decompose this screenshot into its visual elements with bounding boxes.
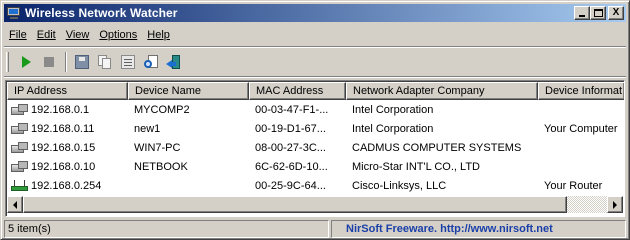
toolbar-separator bbox=[65, 52, 67, 72]
adapter-company: Intel Corporation bbox=[352, 122, 434, 135]
toolbar-grip[interactable] bbox=[6, 52, 9, 72]
list-rows: 192.168.0.1 MYCOMP2 00-03-47-F1-... Inte… bbox=[7, 100, 624, 195]
close-icon: X bbox=[612, 7, 620, 18]
device-info: Your Computer bbox=[544, 122, 618, 135]
scroll-right-button[interactable] bbox=[607, 196, 623, 213]
column-header-ip[interactable]: IP Address bbox=[7, 82, 128, 100]
table-row[interactable]: 192.168.0.1 MYCOMP2 00-03-47-F1-... Inte… bbox=[7, 100, 624, 119]
menu-edit[interactable]: Edit bbox=[32, 29, 61, 41]
close-button[interactable]: X bbox=[608, 6, 624, 20]
save-button[interactable] bbox=[71, 51, 93, 73]
computer-icon bbox=[11, 103, 29, 116]
nirsoft-link[interactable]: NirSoft Freeware. http://www.nirsoft.net bbox=[331, 220, 626, 238]
mac-address: 6C-62-6D-10... bbox=[255, 160, 328, 173]
adapter-company: Cisco-Linksys, LLC bbox=[352, 179, 447, 192]
exit-icon bbox=[166, 54, 182, 70]
toolbar bbox=[6, 50, 186, 74]
find-icon bbox=[143, 54, 159, 70]
maximize-icon bbox=[594, 9, 603, 17]
stop-icon bbox=[44, 57, 54, 67]
column-header-mac[interactable]: MAC Address bbox=[249, 82, 346, 100]
computer-icon bbox=[11, 141, 29, 154]
stop-scan-button[interactable] bbox=[38, 51, 60, 73]
router-icon bbox=[11, 179, 29, 192]
device-list[interactable]: IP Address Device Name MAC Address Netwo… bbox=[5, 80, 625, 217]
device-info: Your Router bbox=[544, 179, 603, 192]
table-row[interactable]: 192.168.0.15 WIN7-PC 08-00-27-3C... CADM… bbox=[7, 138, 624, 157]
column-header-company[interactable]: Network Adapter Company bbox=[346, 82, 538, 100]
computer-monitor-icon bbox=[6, 6, 22, 20]
window-title: Wireless Network Watcher bbox=[25, 6, 178, 20]
toolbar-divider bbox=[4, 76, 626, 78]
adapter-company: Micro-Star INT'L CO., LTD bbox=[352, 160, 480, 173]
menu-bar: File Edit View Options Help bbox=[4, 25, 175, 45]
computer-icon bbox=[11, 160, 29, 173]
start-scan-button[interactable] bbox=[15, 51, 37, 73]
device-name: NETBOOK bbox=[134, 160, 188, 173]
ip-address: 192.168.0.10 bbox=[31, 160, 96, 173]
scroll-thumb[interactable] bbox=[23, 196, 567, 213]
device-name: WIN7-PC bbox=[134, 141, 181, 154]
mac-address: 08-00-27-3C... bbox=[255, 141, 326, 154]
computer-icon bbox=[11, 122, 29, 135]
status-bar: 5 item(s) NirSoft Freeware. http://www.n… bbox=[4, 220, 626, 238]
copy-button[interactable] bbox=[94, 51, 116, 73]
app-window: Wireless Network Watcher X File Edit Vie… bbox=[0, 0, 630, 240]
menu-file[interactable]: File bbox=[4, 29, 32, 41]
adapter-company: Intel Corporation bbox=[352, 103, 434, 116]
table-row[interactable]: 192.168.0.254 00-25-9C-64... Cisco-Links… bbox=[7, 176, 624, 195]
ip-address: 192.168.0.11 bbox=[31, 122, 95, 135]
maximize-button[interactable] bbox=[590, 6, 606, 20]
device-name: new1 bbox=[134, 122, 161, 135]
column-header-device-name[interactable]: Device Name bbox=[128, 82, 249, 100]
item-count: 5 item(s) bbox=[4, 220, 329, 238]
title-bar[interactable]: Wireless Network Watcher X bbox=[4, 4, 626, 22]
properties-button[interactable] bbox=[117, 51, 139, 73]
menu-view[interactable]: View bbox=[61, 29, 95, 41]
find-button[interactable] bbox=[140, 51, 162, 73]
mac-address: 00-03-47-F1-... bbox=[255, 103, 329, 116]
arrow-right-icon bbox=[613, 200, 617, 209]
mac-address: 00-25-9C-64... bbox=[255, 179, 326, 192]
exit-button[interactable] bbox=[163, 51, 185, 73]
minimize-icon bbox=[579, 15, 585, 17]
menu-divider bbox=[4, 46, 626, 48]
save-icon bbox=[75, 55, 89, 69]
ip-address: 192.168.0.1 bbox=[31, 103, 90, 116]
ip-address: 192.168.0.254 bbox=[31, 179, 102, 192]
column-header-device-info[interactable]: Device Informat bbox=[538, 82, 624, 100]
minimize-button[interactable] bbox=[574, 6, 590, 20]
play-icon bbox=[21, 56, 31, 68]
copy-icon bbox=[98, 55, 112, 69]
list-header: IP Address Device Name MAC Address Netwo… bbox=[7, 82, 624, 100]
arrow-left-icon bbox=[13, 200, 17, 209]
title-buttons: X bbox=[574, 6, 624, 20]
scroll-left-button[interactable] bbox=[7, 196, 23, 213]
properties-icon bbox=[121, 55, 135, 69]
mac-address: 00-19-D1-67... bbox=[255, 122, 326, 135]
menu-help[interactable]: Help bbox=[142, 29, 175, 41]
table-row[interactable]: 192.168.0.10 NETBOOK 6C-62-6D-10... Micr… bbox=[7, 157, 624, 176]
horizontal-scrollbar[interactable] bbox=[7, 196, 623, 213]
table-row[interactable]: 192.168.0.11 new1 00-19-D1-67... Intel C… bbox=[7, 119, 624, 138]
ip-address: 192.168.0.15 bbox=[31, 141, 96, 154]
device-name: MYCOMP2 bbox=[134, 103, 190, 116]
adapter-company: CADMUS COMPUTER SYSTEMS bbox=[352, 141, 522, 154]
scroll-track[interactable] bbox=[23, 196, 607, 213]
menu-options[interactable]: Options bbox=[94, 29, 142, 41]
